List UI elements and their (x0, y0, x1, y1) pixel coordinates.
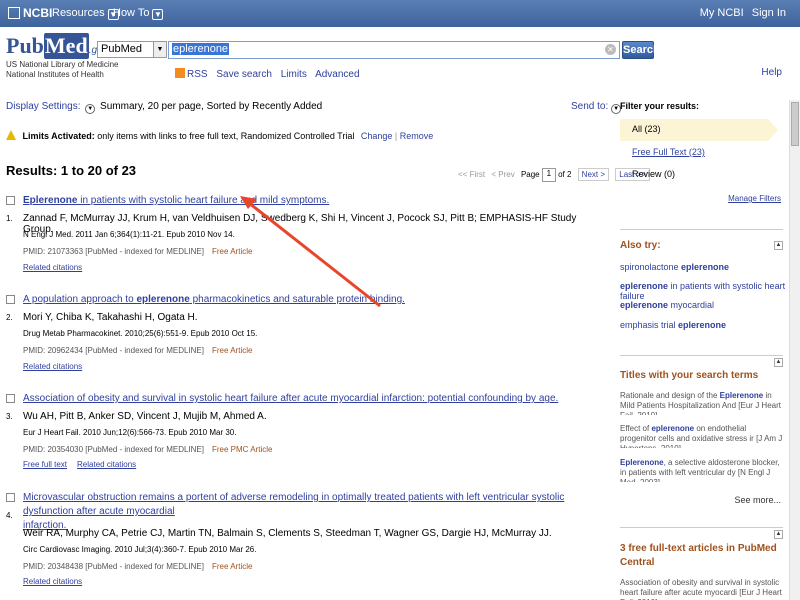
title-item[interactable]: Effect of eplerenone on endothelial prog… (620, 424, 784, 448)
pagination: << First < Prev Page 1 of 2 Next > Last … (458, 168, 650, 182)
collapse-icon[interactable]: ▲ (774, 358, 783, 367)
filter-free-full-text[interactable]: Free Full Text (23) (632, 147, 705, 157)
display-settings: Display Settings: ▼ Summary, 20 per page… (6, 101, 323, 114)
send-to: Send to: ▼ (571, 101, 622, 114)
related-citations-link[interactable]: Related citations (23, 577, 82, 586)
title-item[interactable]: Eplerenone, a selective aldosterone bloc… (620, 458, 784, 482)
free-article-badge: Free Article (211, 562, 253, 571)
rss-link[interactable]: RSS (175, 68, 208, 80)
divider (620, 527, 783, 528)
also-try-item[interactable]: eplerenone myocardial (620, 300, 714, 310)
chevron-down-icon: ▼ (152, 9, 164, 20)
display-settings-link[interactable]: Display Settings: (6, 101, 80, 112)
result-checkbox[interactable] (6, 295, 15, 304)
related-citations-link[interactable]: Related citations (23, 362, 82, 371)
send-to-link[interactable]: Send to: (571, 101, 608, 112)
prev-page-link[interactable]: < Prev (491, 170, 514, 179)
collapse-icon[interactable]: ▲ (774, 530, 783, 539)
manage-filters-link[interactable]: Manage Filters (728, 194, 781, 203)
scrollbar[interactable] (789, 100, 800, 600)
chevron-down-icon[interactable]: ▼ (85, 104, 96, 114)
limits-activated-bar: Limits Activated: only items with links … (6, 130, 433, 141)
filter-heading: Filter your results: (620, 101, 700, 111)
ncbi-logo-icon (8, 7, 20, 19)
database-select[interactable]: PubMed ▼ (97, 41, 167, 58)
save-search-link[interactable]: Save search (216, 69, 272, 80)
results-count: Results: 1 to 20 of 23 (6, 163, 137, 178)
right-sidebar: Filter your results: All (23) Free Full … (620, 101, 800, 600)
free-full-text-link[interactable]: Free full text (23, 460, 67, 469)
howto-menu[interactable]: How To ▼ (113, 7, 164, 20)
collapse-icon[interactable]: ▲ (774, 241, 783, 250)
free-article-badge: Free Article (211, 346, 253, 355)
rss-icon (175, 68, 185, 78)
titles-heading: Titles with your search terms (620, 370, 759, 381)
also-try-item[interactable]: spironolactone eplerenone (620, 262, 729, 272)
next-page-button[interactable]: Next > (577, 168, 610, 182)
result-title-link[interactable]: A population approach to eplerenone phar… (23, 293, 405, 307)
also-try-heading: Also try: (620, 240, 661, 251)
help-link[interactable]: Help (761, 67, 782, 78)
advanced-link[interactable]: Advanced (315, 69, 359, 80)
resources-menu[interactable]: Resources ▼ (52, 7, 119, 20)
free-pmc-article-badge: Free PMC Article (211, 445, 273, 454)
my-ncbi-link[interactable]: My NCBI (700, 7, 744, 19)
ncbi-top-bar: NCBI Resources ▼ How To ▼ My NCBI Sign In (0, 0, 800, 27)
also-try-item[interactable]: eplerenone in patients with systolic hea… (620, 281, 800, 301)
ncbi-logo[interactable]: NCBI (8, 6, 52, 20)
search-links: RSS Save search Limits Advanced (175, 68, 366, 80)
search-button[interactable]: Search (622, 41, 660, 59)
see-more-link[interactable]: See more... (734, 495, 781, 505)
account-links: My NCBI Sign In (700, 7, 786, 19)
result-checkbox[interactable] (6, 196, 15, 205)
search-input[interactable]: eplerenone ✕ (168, 41, 620, 59)
result-title-link[interactable]: Eplerenone in patients with systolic hea… (23, 194, 329, 208)
filter-all[interactable]: All (23) (620, 119, 778, 141)
result-title-link[interactable]: Association of obesity and survival in s… (23, 392, 558, 406)
result-checkbox[interactable] (6, 394, 15, 403)
warning-icon (6, 130, 16, 140)
result-title-link[interactable]: Microvascular obstruction remains a port… (23, 491, 613, 533)
limits-link[interactable]: Limits (281, 69, 307, 80)
also-try-item[interactable]: emphasis trial eplerenone (620, 320, 726, 330)
scrollbar-thumb[interactable] (791, 102, 799, 146)
sign-in-link[interactable]: Sign In (752, 7, 786, 19)
remove-limits-link[interactable]: Remove (400, 131, 434, 141)
related-citations-link[interactable]: Related citations (23, 263, 82, 272)
page-number-input[interactable]: 1 (541, 168, 556, 182)
change-limits-link[interactable]: Change (361, 131, 393, 141)
filter-review[interactable]: Review (0) (632, 169, 675, 179)
divider (620, 355, 783, 356)
result-checkbox[interactable] (6, 493, 15, 502)
related-citations-link[interactable]: Related citations (77, 460, 136, 469)
dropdown-arrow-icon: ▼ (153, 42, 166, 57)
pmc-heading: 3 free full-text articles in PubMed Cent… (620, 543, 777, 568)
divider (620, 229, 783, 230)
first-page-link[interactable]: << First (458, 170, 485, 179)
title-item[interactable]: Rationale and design of the Eplerenone i… (620, 391, 784, 415)
pmc-item[interactable]: Association of obesity and survival in s… (620, 578, 784, 600)
free-article-badge: Free Article (211, 247, 253, 256)
clear-search-icon[interactable]: ✕ (605, 44, 616, 55)
